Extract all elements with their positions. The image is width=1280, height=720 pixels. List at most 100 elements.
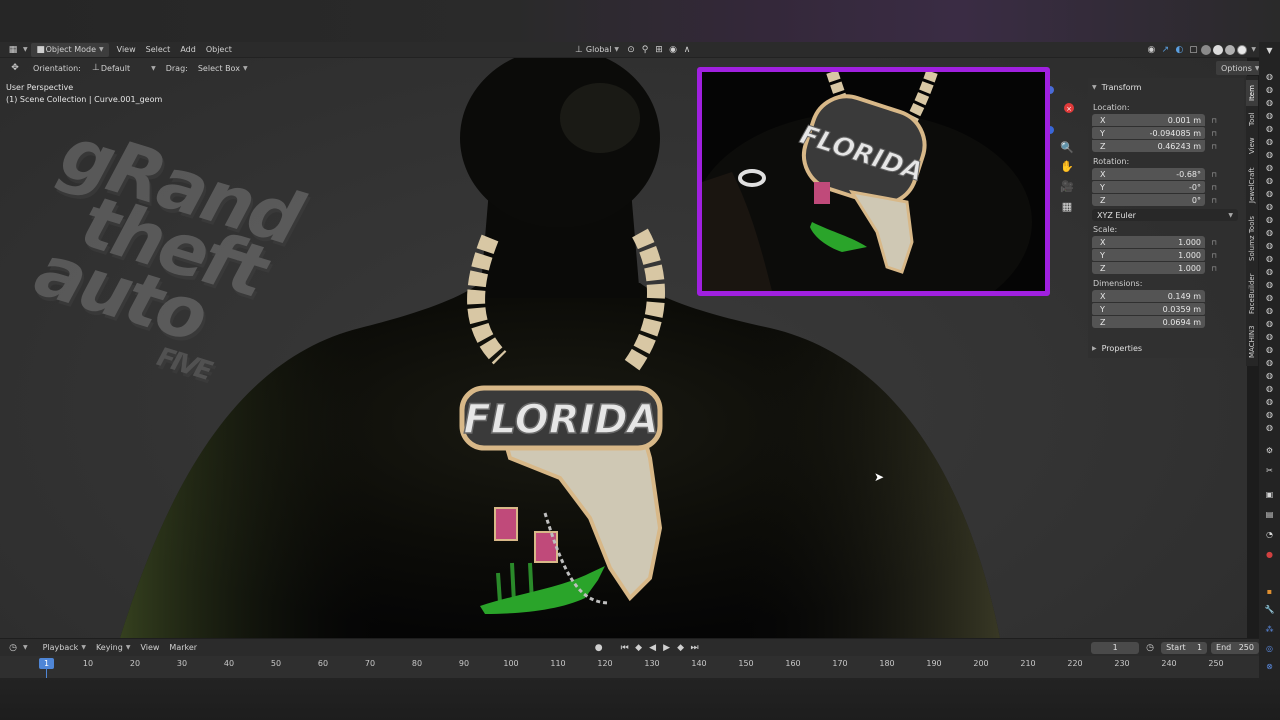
location-x-field[interactable]: X 0.001 m <box>1092 114 1205 126</box>
visibility-icon[interactable]: ◉ <box>1144 43 1158 57</box>
wireframe-shading-icon[interactable] <box>1201 44 1212 55</box>
camera-icon[interactable]: ◍ <box>1264 241 1275 250</box>
camera-icon[interactable]: ◍ <box>1264 332 1275 341</box>
jump-end-icon[interactable]: ⏭ <box>688 641 702 655</box>
camera-icon[interactable]: ◍ <box>1264 202 1275 211</box>
scale-y-field[interactable]: Y 1.000 <box>1092 249 1205 261</box>
scene-properties-icon[interactable]: ◔ <box>1264 530 1275 539</box>
camera-icon[interactable]: ◍ <box>1264 98 1275 107</box>
menu-add[interactable]: Add <box>175 43 201 57</box>
render-properties-icon[interactable]: ✂ <box>1264 466 1275 475</box>
falloff-icon[interactable]: ∧ <box>680 43 694 57</box>
xray-icon[interactable]: ▢ <box>1186 43 1200 57</box>
tab-tool[interactable]: Tool <box>1246 108 1258 130</box>
proportional-edit-icon[interactable]: ◉ <box>666 43 680 57</box>
dimensions-z-field[interactable]: Z 0.0694 m <box>1092 316 1205 328</box>
camera-icon[interactable]: ◍ <box>1264 163 1275 172</box>
move-tool-icon[interactable]: ✥ <box>8 61 22 75</box>
pan-hand-icon[interactable]: ✋ <box>1058 157 1076 175</box>
orientation-select[interactable]: ⊥ Default ▼ <box>86 61 161 75</box>
rendered-shading-icon[interactable] <box>1237 44 1248 55</box>
material-shading-icon[interactable] <box>1225 44 1236 55</box>
tab-machin3[interactable]: MACHIN3 <box>1246 322 1258 362</box>
world-properties-icon[interactable]: ● <box>1264 550 1275 559</box>
lock-icon[interactable]: ⊓ <box>1207 117 1221 125</box>
tab-jewelcraft[interactable]: JewelCraft <box>1246 162 1258 208</box>
tab-solumz-tools[interactable]: Solumz Tools <box>1246 212 1258 264</box>
modifier-properties-icon[interactable]: 🔧 <box>1264 605 1275 614</box>
physics-properties-icon[interactable]: ◎ <box>1264 644 1275 653</box>
transform-section-header[interactable]: ▼ Transform <box>1088 80 1244 94</box>
camera-icon[interactable]: ◍ <box>1264 215 1275 224</box>
gizmo-toggle-icon[interactable]: ↗ <box>1158 43 1172 57</box>
camera-icon[interactable]: ◍ <box>1264 137 1275 146</box>
mode-select[interactable]: ■ Object Mode ▼ <box>30 42 109 57</box>
camera-icon[interactable]: ◍ <box>1264 124 1275 133</box>
location-z-field[interactable]: Z 0.46243 m <box>1092 140 1205 152</box>
jump-start-icon[interactable]: ⏮ <box>618 641 632 655</box>
menu-object[interactable]: Object <box>201 43 237 57</box>
prev-keyframe-icon[interactable]: ◆ <box>632 641 646 655</box>
rotation-z-field[interactable]: Z 0° <box>1092 194 1205 206</box>
lock-icon[interactable]: ⊓ <box>1207 171 1221 179</box>
lock-icon[interactable]: ⊓ <box>1207 184 1221 192</box>
rotation-y-field[interactable]: Y -0° <box>1092 181 1205 193</box>
camera-icon[interactable]: ◍ <box>1264 397 1275 406</box>
overlay-toggle-icon[interactable]: ◐ <box>1172 43 1186 57</box>
lock-icon[interactable]: ⊓ <box>1207 239 1221 247</box>
scale-x-field[interactable]: X 1.000 <box>1092 236 1205 248</box>
timeline-ruler[interactable]: 10 20 30 40 50 60 70 80 90 100 110 120 130 140 150 160 1… <box>0 656 1259 678</box>
properties-tool-icon[interactable]: ⚙ <box>1264 446 1275 455</box>
camera-icon[interactable]: ◍ <box>1264 423 1275 432</box>
camera-icon[interactable]: ◍ <box>1264 306 1275 315</box>
next-keyframe-icon[interactable]: ◆ <box>674 641 688 655</box>
drag-select[interactable]: Select Box ▼ <box>193 61 253 75</box>
particle-properties-icon[interactable]: ⁂ <box>1264 625 1275 634</box>
view-layer-icon[interactable]: ▤ <box>1264 510 1275 519</box>
camera-icon[interactable]: ◍ <box>1264 384 1275 393</box>
dimensions-x-field[interactable]: X 0.149 m <box>1092 290 1205 302</box>
object-properties-icon[interactable]: ▪ <box>1264 587 1275 596</box>
properties-section-header[interactable]: ▶ Properties <box>1088 341 1244 355</box>
play-reverse-icon[interactable]: ◀ <box>646 641 660 655</box>
location-y-field[interactable]: Y -0.094085 m <box>1092 127 1205 139</box>
transform-orientation-select[interactable]: ⊥ Global ▼ <box>567 43 624 57</box>
menu-marker[interactable]: Marker <box>164 641 202 655</box>
camera-icon[interactable]: ◍ <box>1264 358 1275 367</box>
menu-view[interactable]: View <box>112 43 141 57</box>
scale-z-field[interactable]: Z 1.000 <box>1092 262 1205 274</box>
camera-icon[interactable]: ◍ <box>1264 254 1275 263</box>
playhead-frame[interactable]: 1 <box>39 658 54 669</box>
camera-icon[interactable]: ◍ <box>1264 319 1275 328</box>
current-frame-field[interactable]: 1 <box>1091 641 1140 654</box>
camera-icon[interactable]: ◍ <box>1264 293 1275 302</box>
tab-item[interactable]: Item <box>1246 80 1258 106</box>
camera-icon[interactable]: ◍ <box>1264 410 1275 419</box>
camera-icon[interactable]: ◍ <box>1264 150 1275 159</box>
camera-icon[interactable]: ◍ <box>1264 85 1275 94</box>
tab-facebuilder[interactable]: FaceBuilder <box>1246 270 1258 318</box>
menu-select[interactable]: Select <box>141 43 176 57</box>
lock-icon[interactable]: ⊓ <box>1207 252 1221 260</box>
pivot-icon[interactable]: ⊙ <box>624 43 638 57</box>
menu-timeline-view[interactable]: View <box>135 641 164 655</box>
start-frame-field[interactable]: Start 1 <box>1161 641 1208 654</box>
camera-icon[interactable]: ◍ <box>1264 228 1275 237</box>
editor-type-icon[interactable]: ▦ <box>6 43 20 57</box>
camera-icon[interactable]: ◍ <box>1264 111 1275 120</box>
lock-icon[interactable]: ⊓ <box>1207 130 1221 138</box>
lock-icon[interactable]: ⊓ <box>1207 143 1221 151</box>
dimensions-y-field[interactable]: Y 0.0359 m <box>1092 303 1205 315</box>
rotation-x-field[interactable]: X -0.68° <box>1092 168 1205 180</box>
zoom-icon[interactable]: 🔍 <box>1058 138 1076 156</box>
play-icon[interactable]: ▶ <box>660 641 674 655</box>
lock-icon[interactable]: ⊓ <box>1207 197 1221 205</box>
menu-keying[interactable]: Keying ▼ <box>91 641 136 655</box>
options-button[interactable]: Options ▼ <box>1216 61 1265 75</box>
camera-view-icon[interactable]: 🎥 <box>1058 177 1076 195</box>
camera-icon[interactable]: ◍ <box>1264 371 1275 380</box>
clock-icon[interactable]: ◷ <box>6 641 20 655</box>
solid-shading-icon[interactable] <box>1213 44 1224 55</box>
record-icon[interactable]: ● <box>592 641 606 655</box>
filter-icon[interactable]: ▼ <box>1264 46 1275 55</box>
